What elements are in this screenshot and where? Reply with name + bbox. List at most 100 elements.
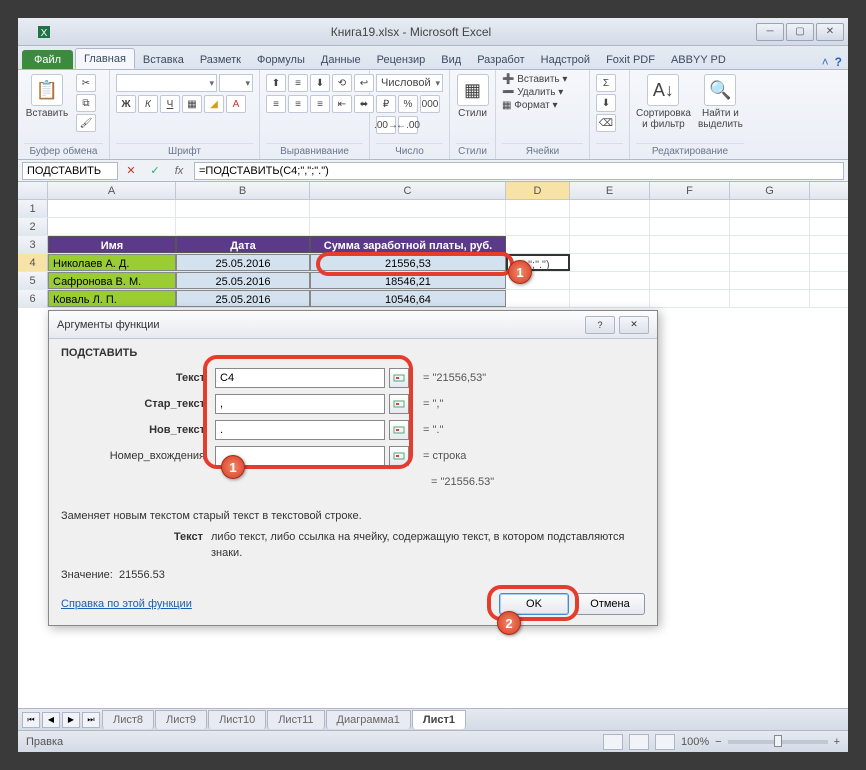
- tab-data[interactable]: Данные: [313, 50, 369, 69]
- sort-filter-button[interactable]: A↓ Сортировка и фильтр: [636, 74, 691, 130]
- header-name[interactable]: Имя: [48, 236, 176, 253]
- format-painter-icon[interactable]: 🖌: [76, 114, 96, 132]
- tab-review[interactable]: Рецензир: [369, 50, 434, 69]
- cell-c5[interactable]: 18546,21: [310, 272, 506, 289]
- percent-icon[interactable]: %: [398, 95, 418, 113]
- sheet-tab[interactable]: Лист10: [208, 710, 266, 729]
- col-header-f[interactable]: F: [650, 182, 730, 199]
- align-left-icon[interactable]: ≡: [266, 95, 286, 113]
- border-icon[interactable]: ▦: [182, 95, 202, 113]
- tab-addins[interactable]: Надстрой: [533, 50, 598, 69]
- arg-old-input[interactable]: [215, 394, 385, 414]
- tab-formulas[interactable]: Формулы: [249, 50, 313, 69]
- insert-cells-button[interactable]: ➕ Вставить ▾: [502, 74, 567, 85]
- arg-new-ref-button[interactable]: [389, 420, 409, 440]
- cell-c4[interactable]: 21556,53: [310, 254, 506, 271]
- tab-foxit[interactable]: Foxit PDF: [598, 50, 663, 69]
- zoom-out-icon[interactable]: −: [715, 736, 721, 748]
- cell-a4[interactable]: Николаев А. Д.: [48, 254, 176, 271]
- cell-a6[interactable]: Коваль Л. П.: [48, 290, 176, 307]
- cancel-formula-icon[interactable]: ✕: [122, 162, 140, 180]
- dialog-close-button[interactable]: ✕: [619, 316, 649, 334]
- delete-cells-button[interactable]: ➖ Удалить ▾: [502, 87, 563, 98]
- fill-icon[interactable]: ⬇: [596, 94, 616, 112]
- arg-text-input[interactable]: [215, 368, 385, 388]
- dialog-help-link[interactable]: Справка по этой функции: [61, 598, 192, 610]
- align-middle-icon[interactable]: ≡: [288, 74, 308, 92]
- paste-button[interactable]: 📋 Вставить: [24, 74, 70, 119]
- tab-developer[interactable]: Разработ: [469, 50, 532, 69]
- font-size-combo[interactable]: [219, 74, 253, 92]
- cancel-button[interactable]: Отмена: [575, 593, 645, 615]
- select-all-corner[interactable]: [18, 182, 48, 199]
- ribbon-minimize-icon[interactable]: ˄: [822, 55, 829, 69]
- formula-input[interactable]: =ПОДСТАВИТЬ(C4;",";"."): [194, 162, 844, 180]
- name-box[interactable]: ПОДСТАВИТЬ: [22, 162, 118, 180]
- sheet-nav-first-icon[interactable]: ⏮: [22, 712, 40, 728]
- arg-new-input[interactable]: [215, 420, 385, 440]
- align-right-icon[interactable]: ≡: [310, 95, 330, 113]
- zoom-in-icon[interactable]: +: [834, 736, 840, 748]
- cut-icon[interactable]: ✂: [76, 74, 96, 92]
- sheet-nav-prev-icon[interactable]: ◀: [42, 712, 60, 728]
- find-select-button[interactable]: 🔍 Найти и выделить: [697, 74, 744, 130]
- header-sum[interactable]: Сумма заработной платы, руб.: [310, 236, 506, 253]
- col-header-c[interactable]: C: [310, 182, 506, 199]
- clear-icon[interactable]: ⌫: [596, 114, 616, 132]
- sheet-tab[interactable]: Диаграмма1: [326, 710, 411, 729]
- col-header-g[interactable]: G: [730, 182, 810, 199]
- tab-insert[interactable]: Вставка: [135, 50, 192, 69]
- accept-formula-icon[interactable]: ✓: [146, 162, 164, 180]
- format-cells-button[interactable]: ▦ Формат ▾: [502, 100, 558, 111]
- col-header-b[interactable]: B: [176, 182, 310, 199]
- help-icon[interactable]: ?: [835, 55, 842, 69]
- decimal-dec-icon[interactable]: ←.00: [398, 116, 418, 134]
- arg-text-ref-button[interactable]: [389, 368, 409, 388]
- comma-icon[interactable]: 000: [420, 95, 440, 113]
- underline-icon[interactable]: Ч: [160, 95, 180, 113]
- tab-file[interactable]: Файл: [22, 50, 73, 69]
- copy-icon[interactable]: ⧉: [76, 94, 96, 112]
- worksheet-grid[interactable]: A B C D E F G 1 2 3 Имя Дата Сумма зараб…: [18, 182, 848, 708]
- col-header-e[interactable]: E: [570, 182, 650, 199]
- sheet-nav-next-icon[interactable]: ▶: [62, 712, 80, 728]
- align-center-icon[interactable]: ≡: [288, 95, 308, 113]
- font-color-icon[interactable]: A: [226, 95, 246, 113]
- header-date[interactable]: Дата: [176, 236, 310, 253]
- autosum-icon[interactable]: Σ: [596, 74, 616, 92]
- view-normal-icon[interactable]: [603, 734, 623, 750]
- minimize-button[interactable]: ─: [756, 23, 784, 41]
- tab-layout[interactable]: Разметк: [192, 50, 249, 69]
- cell-c6[interactable]: 10546,64: [310, 290, 506, 307]
- cell-b6[interactable]: 25.05.2016: [176, 290, 310, 307]
- fx-icon[interactable]: fx: [170, 162, 188, 180]
- font-name-combo[interactable]: [116, 74, 217, 92]
- decimal-inc-icon[interactable]: .00→: [376, 116, 396, 134]
- number-format-combo[interactable]: Числовой: [376, 74, 443, 92]
- dialog-help-button[interactable]: ?: [585, 316, 615, 334]
- sheet-tab[interactable]: Лист11: [267, 710, 324, 729]
- maximize-button[interactable]: ▢: [786, 23, 814, 41]
- sheet-nav-last-icon[interactable]: ⏭: [82, 712, 100, 728]
- tab-home[interactable]: Главная: [75, 48, 135, 69]
- col-header-d[interactable]: D: [506, 182, 570, 199]
- cell-b4[interactable]: 25.05.2016: [176, 254, 310, 271]
- close-button[interactable]: ✕: [816, 23, 844, 41]
- zoom-slider[interactable]: [728, 740, 828, 744]
- styles-button[interactable]: ▦ Стили: [456, 74, 489, 119]
- tab-abbyy[interactable]: ABBYY PD: [663, 50, 734, 69]
- align-top-icon[interactable]: ⬆: [266, 74, 286, 92]
- view-layout-icon[interactable]: [629, 734, 649, 750]
- view-pagebreak-icon[interactable]: [655, 734, 675, 750]
- cell-b5[interactable]: 25.05.2016: [176, 272, 310, 289]
- orientation-icon[interactable]: ⟲: [332, 74, 352, 92]
- sheet-tab[interactable]: Лист8: [102, 710, 154, 729]
- col-header-a[interactable]: A: [48, 182, 176, 199]
- sheet-tab[interactable]: Лист9: [155, 710, 207, 729]
- bold-icon[interactable]: Ж: [116, 95, 136, 113]
- tab-view[interactable]: Вид: [433, 50, 469, 69]
- currency-icon[interactable]: ₽: [376, 95, 396, 113]
- sheet-tab-active[interactable]: Лист1: [412, 710, 466, 729]
- italic-icon[interactable]: К: [138, 95, 158, 113]
- arg-num-ref-button[interactable]: [389, 446, 409, 466]
